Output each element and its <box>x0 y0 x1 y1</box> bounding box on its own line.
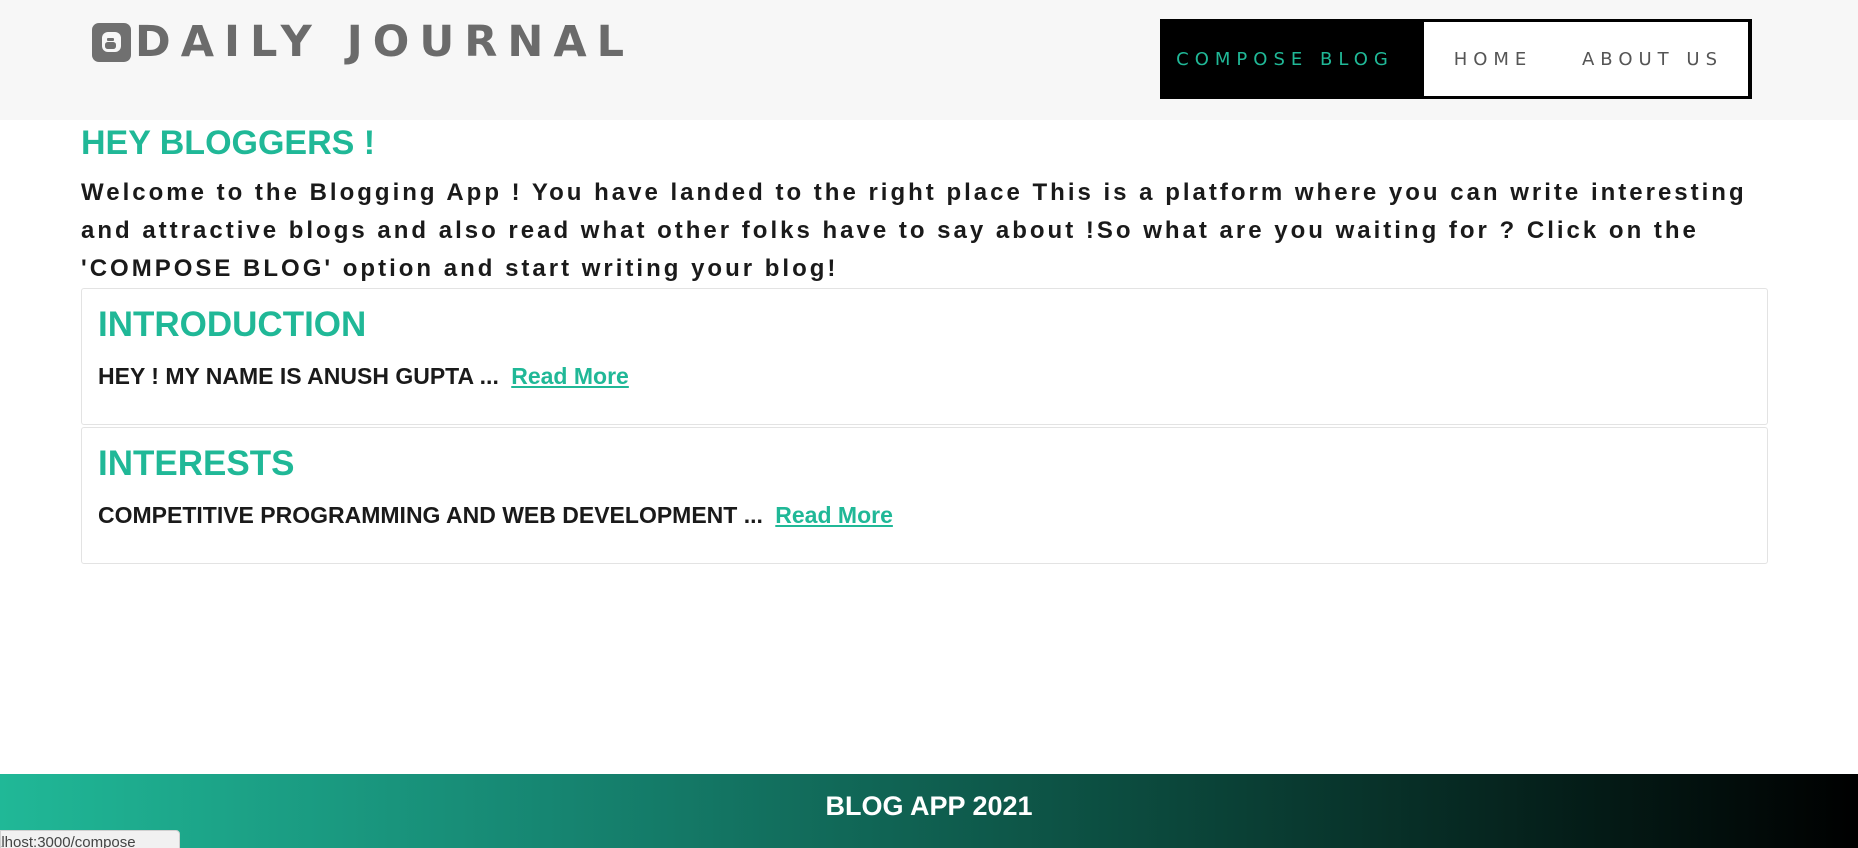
welcome-text: Welcome to the Blogging App ! You have l… <box>81 179 1747 282</box>
footer-text: BLOG APP 2021 <box>825 791 1033 821</box>
page-greeting: HEY BLOGGERS ! <box>81 124 376 162</box>
footer: BLOG APP 2021 <box>0 774 1858 848</box>
post-card: INTRODUCTION HEY ! MY NAME IS ANUSH GUPT… <box>81 288 1768 425</box>
read-more-link[interactable]: Read More <box>775 502 893 528</box>
post-excerpt-row: HEY ! MY NAME IS ANUSH GUPTA ... Read Mo… <box>98 361 629 391</box>
nav-home[interactable]: HOME <box>1424 22 1562 96</box>
post-excerpt-row: COMPETITIVE PROGRAMMING AND WEB DEVELOPM… <box>98 500 893 530</box>
header: DAILY JOURNAL COMPOSE BLOG HOME ABOUT US <box>0 0 1858 120</box>
page: DAILY JOURNAL COMPOSE BLOG HOME ABOUT US… <box>0 0 1858 848</box>
read-more-link[interactable]: Read More <box>511 363 629 389</box>
post-card: INTERESTS COMPETITIVE PROGRAMMING AND WE… <box>81 427 1768 564</box>
brand[interactable]: DAILY JOURNAL <box>92 14 634 70</box>
blogger-icon <box>92 22 131 62</box>
nav-compose-blog[interactable]: COMPOSE BLOG <box>1160 19 1410 99</box>
nav-about-us[interactable]: ABOUT US <box>1557 22 1748 96</box>
post-title: INTRODUCTION <box>98 305 367 344</box>
post-excerpt: COMPETITIVE PROGRAMMING AND WEB DEVELOPM… <box>98 502 763 528</box>
brand-title: DAILY JOURNAL <box>135 17 635 67</box>
post-excerpt: HEY ! MY NAME IS ANUSH GUPTA ... <box>98 363 499 389</box>
status-bar-url: alhost:3000/compose <box>0 830 180 848</box>
nav-bar: COMPOSE BLOG HOME ABOUT US <box>1160 19 1752 99</box>
post-title: INTERESTS <box>98 444 295 483</box>
